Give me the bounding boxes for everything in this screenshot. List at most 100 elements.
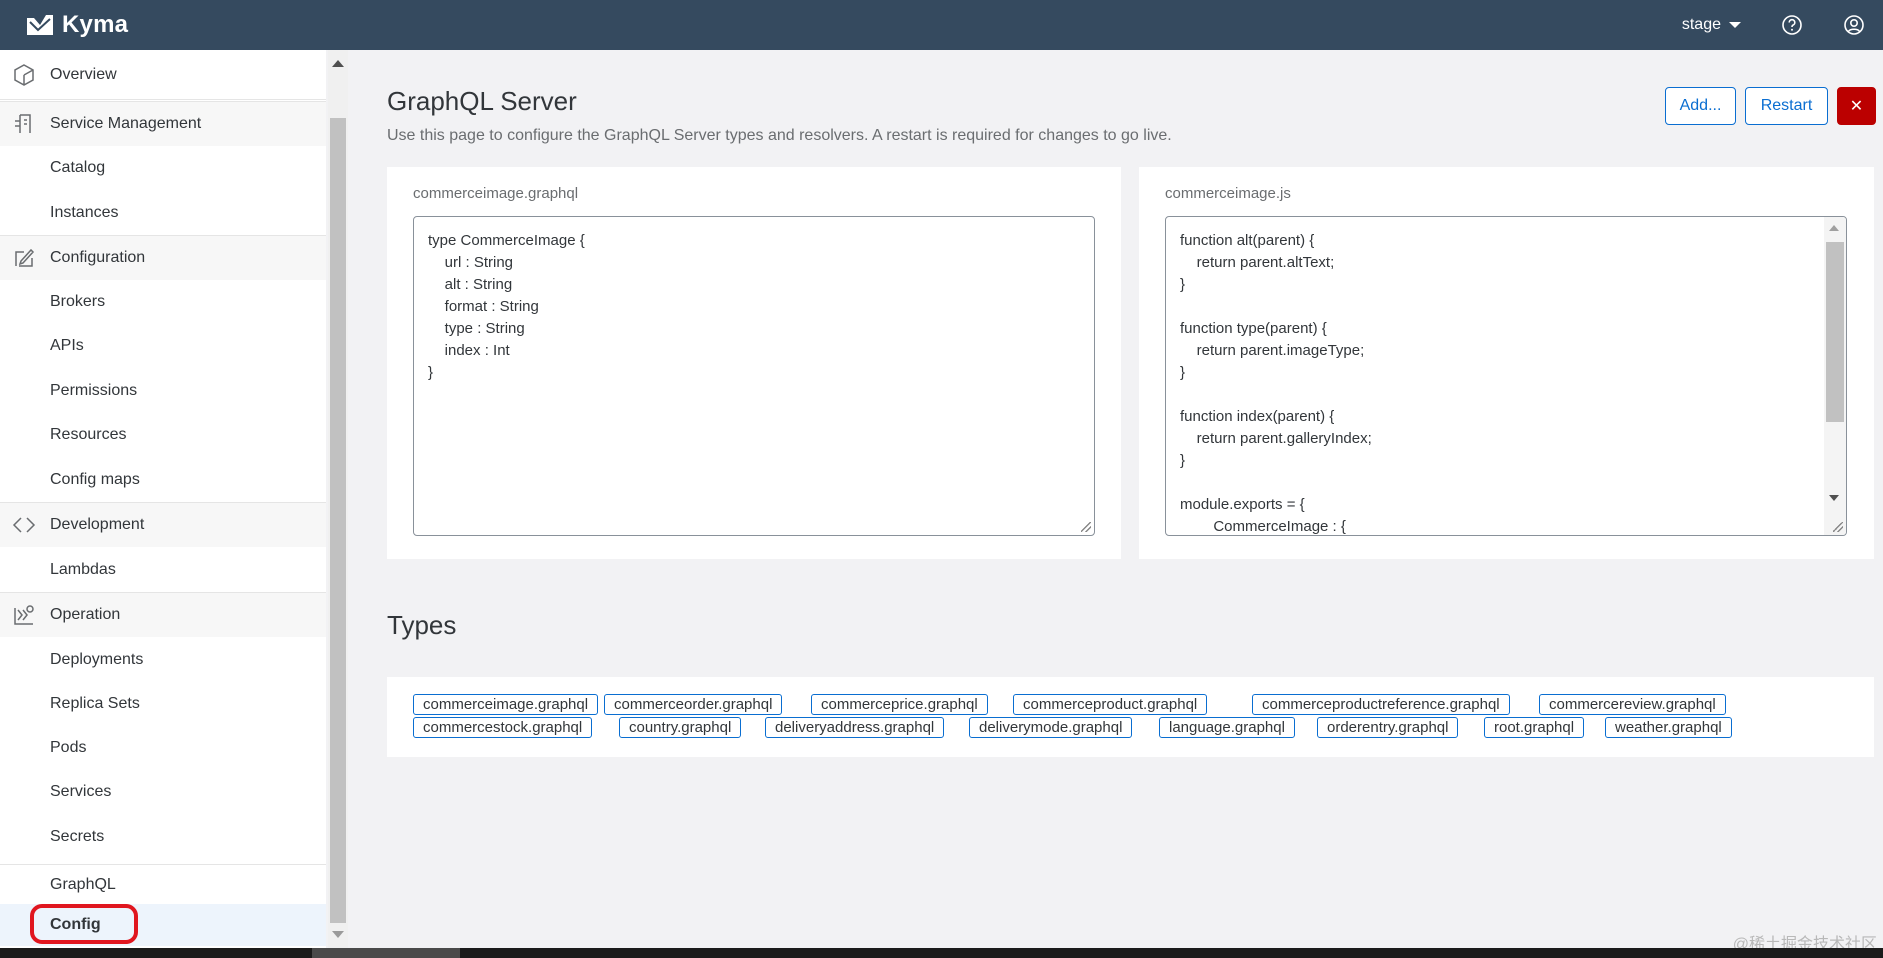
sidebar-item-config-maps[interactable]: Config maps bbox=[0, 457, 326, 502]
app-title: Kyma bbox=[62, 11, 129, 38]
kyma-logo-icon bbox=[27, 15, 53, 35]
horizontal-scrollbar[interactable] bbox=[0, 948, 1883, 958]
restart-button[interactable]: Restart bbox=[1745, 87, 1828, 125]
code-line: return parent.galleryIndex; bbox=[1180, 430, 1372, 447]
sidebar-item-label: Lambdas bbox=[50, 560, 116, 578]
type-tag[interactable]: deliverymode.graphql bbox=[969, 717, 1133, 738]
scroll-down-arrow-icon[interactable] bbox=[1829, 495, 1839, 501]
type-tag[interactable]: commerceorder.graphql bbox=[604, 694, 783, 715]
type-tag[interactable]: commercestock.graphql bbox=[413, 717, 593, 738]
type-tag[interactable]: commerceprice.graphql bbox=[811, 694, 988, 715]
close-icon[interactable]: ✕ bbox=[1837, 87, 1876, 125]
type-tag[interactable]: orderentry.graphql bbox=[1317, 717, 1459, 738]
sidebar-item-secrets[interactable]: Secrets bbox=[0, 814, 326, 859]
sidebar-item-instances[interactable]: Instances bbox=[0, 190, 326, 235]
sidebar-item-label: GraphQL bbox=[50, 875, 116, 893]
sidebar-item-catalog[interactable]: Catalog bbox=[0, 146, 326, 190]
main-content: GraphQL Server Use this page to configur… bbox=[348, 50, 1883, 948]
environment-label: stage bbox=[1681, 16, 1721, 33]
sidebar-item-lambdas[interactable]: Lambdas bbox=[0, 547, 326, 592]
horizontal-scroll-thumb[interactable] bbox=[312, 948, 460, 958]
configuration-icon bbox=[15, 248, 35, 267]
sidebar-item-config[interactable]: Config bbox=[0, 904, 326, 946]
code-line: type CommerceImage { bbox=[428, 232, 585, 249]
code-line: format : String bbox=[428, 298, 539, 315]
type-tag[interactable]: language.graphql bbox=[1159, 717, 1295, 738]
shell-bar: Kyma stage bbox=[0, 0, 1883, 50]
scroll-up-arrow-icon[interactable] bbox=[1829, 225, 1839, 231]
sidebar-item-label: Service Management bbox=[50, 115, 202, 132]
code-line: index : Int bbox=[428, 342, 510, 359]
scroll-up-arrow-icon[interactable] bbox=[332, 60, 344, 67]
sidebar-item-operation[interactable]: Operation bbox=[0, 592, 326, 637]
schema-panel: commerceimage.graphql type CommerceImage… bbox=[387, 167, 1121, 559]
scroll-down-arrow-icon[interactable] bbox=[332, 931, 344, 938]
sidebar-item-label: Replica Sets bbox=[50, 695, 140, 712]
sidebar-item-deployments[interactable]: Deployments bbox=[0, 637, 326, 682]
sidebar-item-label: Pods bbox=[50, 739, 87, 756]
sidebar-item-label: Deployments bbox=[50, 650, 144, 668]
code-line: alt : String bbox=[428, 276, 513, 293]
development-icon bbox=[12, 517, 36, 533]
sidebar-item-overview[interactable]: Overview bbox=[0, 50, 326, 100]
environment-selector[interactable]: stage bbox=[1682, 16, 1741, 34]
code-line: function type(parent) { bbox=[1180, 320, 1327, 337]
resize-handle-icon[interactable] bbox=[1833, 522, 1843, 532]
page-title: GraphQL Server bbox=[387, 86, 577, 116]
sidebar-item-resources[interactable]: Resources bbox=[0, 413, 326, 457]
sidebar-scrollbar[interactable] bbox=[328, 50, 348, 948]
overview-icon bbox=[14, 63, 34, 86]
code-line: } bbox=[1180, 276, 1186, 293]
help-icon[interactable] bbox=[1781, 14, 1803, 36]
sidebar-item-label: Overview bbox=[50, 65, 117, 83]
sidebar-item-label: Operation bbox=[50, 606, 121, 623]
code-line: return parent.altText; bbox=[1180, 254, 1335, 271]
sidebar: Overview Service Management Catalog Inst… bbox=[0, 50, 326, 948]
code-line: } bbox=[1180, 452, 1186, 469]
type-tag[interactable]: deliveryaddress.graphql bbox=[765, 717, 945, 738]
sidebar-item-services[interactable]: Services bbox=[0, 770, 326, 814]
sidebar-item-apis[interactable]: APIs bbox=[0, 324, 326, 368]
sidebar-item-label: Services bbox=[50, 783, 112, 800]
service-management-icon bbox=[15, 114, 31, 133]
type-tag[interactable]: weather.graphql bbox=[1605, 717, 1732, 738]
code-line: module.exports = { bbox=[1180, 496, 1305, 513]
schema-filename: commerceimage.graphql bbox=[413, 185, 579, 202]
add-button[interactable]: Add... bbox=[1665, 87, 1736, 125]
sidebar-item-service-management[interactable]: Service Management bbox=[0, 101, 326, 146]
logo[interactable]: Kyma bbox=[26, 11, 128, 39]
type-tag[interactable]: commerceimage.graphql bbox=[413, 694, 599, 715]
sidebar-item-brokers[interactable]: Brokers bbox=[0, 280, 326, 324]
sidebar-item-graphql[interactable]: GraphQL bbox=[0, 864, 326, 904]
code-line: function alt(parent) { bbox=[1180, 232, 1315, 249]
sidebar-item-configuration[interactable]: Configuration bbox=[0, 235, 326, 280]
type-tag[interactable]: commerceproductreference.graphql bbox=[1252, 694, 1510, 715]
sidebar-item-label: Brokers bbox=[50, 293, 106, 310]
chevron-down-icon bbox=[1729, 22, 1741, 28]
editor-scrollbar[interactable] bbox=[1824, 217, 1846, 535]
sidebar-item-label: Instances bbox=[50, 203, 119, 221]
sidebar-item-label: Permissions bbox=[50, 381, 138, 399]
code-line: } bbox=[1180, 364, 1186, 381]
schema-editor[interactable]: type CommerceImage { url : String alt : … bbox=[413, 216, 1095, 536]
sidebar-item-pods[interactable]: Pods bbox=[0, 726, 326, 770]
sidebar-scroll-thumb[interactable] bbox=[330, 118, 346, 923]
sidebar-item-development[interactable]: Development bbox=[0, 502, 326, 547]
sidebar-item-label: Config bbox=[50, 916, 101, 933]
editor-scroll-thumb[interactable] bbox=[1826, 242, 1844, 422]
sidebar-item-label: Secrets bbox=[50, 827, 105, 845]
sidebar-item-permissions[interactable]: Permissions bbox=[0, 368, 326, 413]
type-tag[interactable]: root.graphql bbox=[1484, 717, 1585, 738]
type-tag[interactable]: country.graphql bbox=[619, 717, 742, 738]
sidebar-item-replica-sets[interactable]: Replica Sets bbox=[0, 682, 326, 726]
types-heading: Types bbox=[387, 610, 457, 640]
resize-handle-icon[interactable] bbox=[1081, 522, 1091, 532]
resolver-filename: commerceimage.js bbox=[1165, 185, 1291, 202]
user-account-icon[interactable] bbox=[1843, 14, 1865, 36]
type-tag[interactable]: commerceproduct.graphql bbox=[1013, 694, 1208, 715]
code-line: type : String bbox=[428, 320, 525, 337]
sidebar-item-label: Config maps bbox=[50, 470, 140, 488]
resolver-editor[interactable]: function alt(parent) { return parent.alt… bbox=[1165, 216, 1847, 536]
type-tag[interactable]: commercereview.graphql bbox=[1539, 694, 1726, 715]
sidebar-item-label: APIs bbox=[50, 337, 84, 354]
